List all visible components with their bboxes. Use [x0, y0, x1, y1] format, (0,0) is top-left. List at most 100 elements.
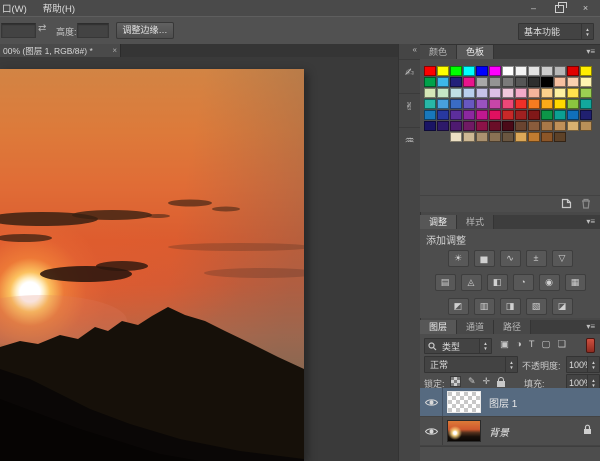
layer-filter-toggle[interactable] [586, 338, 595, 353]
tab-channels[interactable]: 通道 [457, 320, 494, 334]
document-tab[interactable]: 00% (图层 1, RGB/8#) * × [0, 44, 121, 57]
canvas-pasteboard[interactable] [0, 57, 398, 461]
tab-paths[interactable]: 路径 [494, 320, 531, 334]
swatch-4-10[interactable] [541, 99, 553, 109]
swatch-7-10[interactable] [541, 132, 553, 142]
adjustment-gradient-map-icon[interactable]: ▧ [526, 298, 547, 315]
adjustment-posterize-icon[interactable]: ▥ [474, 298, 495, 315]
swatch-6-10[interactable] [541, 121, 553, 131]
swatch-6-8[interactable] [515, 121, 527, 131]
swatch-4-3[interactable] [450, 99, 462, 109]
swatch-2-2[interactable] [437, 77, 449, 87]
swatch-2-4[interactable] [463, 77, 475, 87]
swatch-1-8[interactable] [515, 66, 527, 76]
layer-visibility-toggle[interactable] [420, 417, 443, 445]
tab-swatches[interactable]: 色板 [457, 45, 494, 59]
swatch-4-13[interactable] [580, 99, 592, 109]
swatch-2-6[interactable] [489, 77, 501, 87]
swatch-5-1[interactable] [424, 110, 436, 120]
swatch-4-5[interactable] [476, 99, 488, 109]
swatch-3-6[interactable] [489, 88, 501, 98]
adjustment-curves-icon[interactable]: ∿ [500, 250, 521, 267]
swatch-1-4[interactable] [463, 66, 475, 76]
swatch-2-9[interactable] [528, 77, 540, 87]
swatch-5-4[interactable] [463, 110, 475, 120]
filter-pixel-layers-icon[interactable]: ▣ [500, 339, 509, 350]
swatch-6-9[interactable] [528, 121, 540, 131]
swatch-1-10[interactable] [541, 66, 553, 76]
swatch-1-1[interactable] [424, 66, 436, 76]
adjustment-color-lookup-icon[interactable]: ▦ [565, 274, 586, 291]
adjustment-selective-color-icon[interactable]: ◪ [552, 298, 573, 315]
swatch-3-10[interactable] [541, 88, 553, 98]
swatch-5-12[interactable] [567, 110, 579, 120]
layer-row[interactable]: 图层 1 [420, 388, 600, 417]
swatch-6-7[interactable] [502, 121, 514, 131]
adjustment-hue-saturation-icon[interactable]: ▤ [435, 274, 456, 291]
swatch-7-5[interactable] [476, 132, 488, 142]
swatch-6-13[interactable] [580, 121, 592, 131]
swatch-5-2[interactable] [437, 110, 449, 120]
swatch-6-11[interactable] [554, 121, 566, 131]
new-swatch-icon[interactable] [561, 198, 572, 209]
refine-edge-button[interactable]: 调整边缘… [116, 22, 174, 39]
swatch-5-5[interactable] [476, 110, 488, 120]
filter-shape-layers-icon[interactable]: ▢ [542, 339, 551, 350]
workspace-switcher[interactable]: 基本功能 [518, 23, 594, 40]
adjustment-exposure-icon[interactable]: ± [526, 250, 547, 267]
swatch-1-11[interactable] [554, 66, 566, 76]
swatch-2-5[interactable] [476, 77, 488, 87]
swatch-6-12[interactable] [567, 121, 579, 131]
swatch-3-1[interactable] [424, 88, 436, 98]
swatch-2-3[interactable] [450, 77, 462, 87]
lock-position-icon[interactable]: ✛ [483, 376, 491, 387]
swatch-5-6[interactable] [489, 110, 501, 120]
swatch-1-13[interactable] [580, 66, 592, 76]
swatch-1-5[interactable] [476, 66, 488, 76]
swatch-3-5[interactable] [476, 88, 488, 98]
swatch-2-10[interactable] [541, 77, 553, 87]
close-window-button[interactable]: × [577, 3, 594, 14]
menu-help[interactable]: 帮助(H) [35, 1, 83, 15]
swatch-1-9[interactable] [528, 66, 540, 76]
swatch-7-8[interactable] [515, 132, 527, 142]
lock-transparent-pixels-icon[interactable] [450, 376, 461, 387]
width-field[interactable] [1, 23, 36, 38]
opacity-dropdown[interactable]: 100% [566, 356, 600, 373]
adjustment-photo-filter-icon[interactable]: ◔ [513, 274, 534, 291]
panel-menu-icon[interactable]: ▾≡ [586, 215, 600, 229]
swatch-6-3[interactable] [450, 121, 462, 131]
swatch-3-7[interactable] [502, 88, 514, 98]
swatch-2-11[interactable] [554, 77, 566, 87]
panel-menu-icon[interactable]: ▾≡ [586, 320, 600, 334]
swatch-1-7[interactable] [502, 66, 514, 76]
swatch-3-8[interactable] [515, 88, 527, 98]
layer-row[interactable]: 背景 [420, 417, 600, 446]
filter-type-layers-icon[interactable]: T [529, 339, 535, 350]
swatch-7-4[interactable] [463, 132, 475, 142]
swatch-7-6[interactable] [489, 132, 501, 142]
swatch-6-4[interactable] [463, 121, 475, 131]
swatch-2-12[interactable] [567, 77, 579, 87]
tab-styles[interactable]: 样式 [457, 215, 494, 229]
swatch-3-4[interactable] [463, 88, 475, 98]
swatch-7-11[interactable] [554, 132, 566, 142]
document-close-icon[interactable]: × [112, 46, 117, 55]
filter-kind-dropdown[interactable]: 类型 [424, 338, 492, 354]
swatch-5-7[interactable] [502, 110, 514, 120]
filter-adjustment-layers-icon[interactable]: ◑ [516, 339, 522, 350]
swatch-7-9[interactable] [528, 132, 540, 142]
tab-adjustments[interactable]: 调整 [420, 215, 457, 229]
swatch-1-2[interactable] [437, 66, 449, 76]
swatch-5-13[interactable] [580, 110, 592, 120]
swatch-4-9[interactable] [528, 99, 540, 109]
swatch-1-6[interactable] [489, 66, 501, 76]
adjustment-invert-icon[interactable]: ◩ [448, 298, 469, 315]
swatch-2-8[interactable] [515, 77, 527, 87]
swatch-5-10[interactable] [541, 110, 553, 120]
canvas-image-sunset[interactable] [0, 69, 304, 461]
swatch-7-7[interactable] [502, 132, 514, 142]
adjustment-black-white-icon[interactable]: ◧ [487, 274, 508, 291]
swatch-2-7[interactable] [502, 77, 514, 87]
adjustment-brightness-contrast-icon[interactable]: ☀ [448, 250, 469, 267]
